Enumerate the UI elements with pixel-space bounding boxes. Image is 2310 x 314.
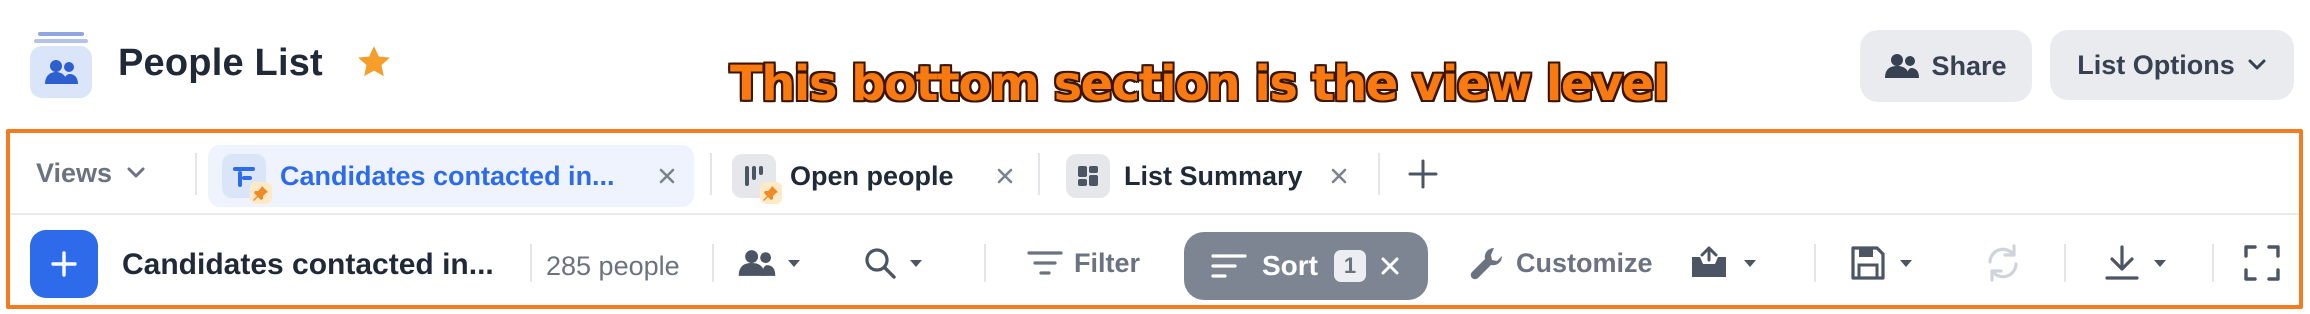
annotation-text: This bottom section is the view level — [730, 56, 1669, 112]
divider — [1814, 244, 1816, 282]
divider — [984, 244, 986, 282]
caret-down-icon — [910, 260, 922, 267]
search-dropdown[interactable] — [862, 238, 924, 288]
views-label: Views — [36, 157, 113, 188]
view-name: Candidates contacted in... — [122, 248, 494, 281]
people-icon — [738, 250, 776, 276]
page-title: People List — [118, 42, 323, 84]
caret-down-icon — [2154, 260, 2166, 267]
sort-icon — [1211, 254, 1247, 278]
add-view-icon[interactable] — [1406, 157, 1440, 191]
search-icon — [865, 248, 896, 279]
view-toolbar: Candidates contacted in... 285 people Fi… — [10, 216, 2299, 306]
tab-candidates-contacted[interactable]: Candidates contacted in... — [208, 145, 694, 207]
list-header: People List This bottom section is the v… — [0, 0, 2310, 126]
tab-label: Open people — [790, 160, 954, 191]
pin-icon — [250, 182, 272, 204]
filter-label: Filter — [1074, 247, 1141, 278]
record-count: 285 people — [546, 251, 680, 281]
clear-sort-icon[interactable] — [1378, 254, 1402, 278]
customize-label: Customize — [1516, 247, 1653, 278]
views-dropdown[interactable]: Views — [36, 153, 146, 193]
filter-icon — [1027, 251, 1063, 275]
tab-label: Candidates contacted in... — [280, 160, 615, 191]
divider — [2212, 244, 2214, 282]
refresh-icon — [1988, 244, 2018, 282]
refresh-button[interactable] — [1982, 238, 2024, 288]
inbox-icon — [1692, 246, 1726, 277]
divider — [195, 153, 197, 195]
inbox-dropdown[interactable] — [1686, 238, 1758, 288]
tab-label: List Summary — [1124, 160, 1303, 191]
tab-list-summary[interactable]: List Summary — [1066, 145, 1366, 207]
save-icon — [1851, 246, 1885, 280]
share-label: Share — [1931, 50, 2007, 81]
save-view-dropdown[interactable] — [1848, 238, 1914, 288]
filter-button[interactable]: Filter — [1026, 238, 1140, 288]
list-options-label: List Options — [2077, 49, 2235, 80]
close-icon[interactable] — [1328, 165, 1350, 187]
fullscreen-icon — [2244, 245, 2280, 281]
sort-count-badge: 1 — [1334, 250, 1366, 282]
close-icon[interactable] — [994, 165, 1016, 187]
summary-grid-icon — [1066, 154, 1110, 198]
customize-button[interactable]: Customize — [1468, 238, 1653, 288]
wrench-icon — [1470, 247, 1503, 280]
close-icon[interactable] — [656, 165, 678, 187]
pin-icon — [760, 182, 782, 204]
people-list-icon — [30, 30, 92, 98]
divider — [1378, 153, 1380, 195]
divider — [1038, 153, 1040, 195]
caret-down-icon — [788, 260, 800, 267]
divider — [2064, 244, 2066, 282]
divider — [530, 244, 532, 282]
tab-open-people[interactable]: Open people — [732, 145, 1032, 207]
share-button[interactable]: Share — [1860, 30, 2032, 102]
export-dropdown[interactable] — [2102, 238, 2168, 288]
fullscreen-button[interactable] — [2242, 238, 2282, 288]
divider — [710, 153, 712, 195]
divider — [712, 244, 714, 282]
chevron-down-icon — [127, 167, 145, 178]
timeline-icon — [222, 154, 272, 204]
board-icon — [732, 154, 782, 204]
group-by-dropdown[interactable] — [738, 238, 802, 288]
download-icon — [2105, 245, 2139, 280]
sort-button[interactable]: Sort 1 — [1184, 232, 1428, 300]
caret-down-icon — [1900, 260, 1912, 267]
add-record-button[interactable] — [30, 230, 98, 298]
sort-label: Sort — [1262, 250, 1318, 281]
view-tabs-bar: Views Candidates contacted in... Open pe… — [10, 133, 2299, 215]
plus-icon — [51, 251, 77, 277]
caret-down-icon — [1744, 260, 1756, 267]
favorite-star-icon[interactable] — [354, 42, 394, 82]
list-options-button[interactable]: List Options — [2050, 30, 2294, 100]
people-icon — [1885, 54, 1920, 78]
chevron-down-icon — [2248, 59, 2266, 70]
